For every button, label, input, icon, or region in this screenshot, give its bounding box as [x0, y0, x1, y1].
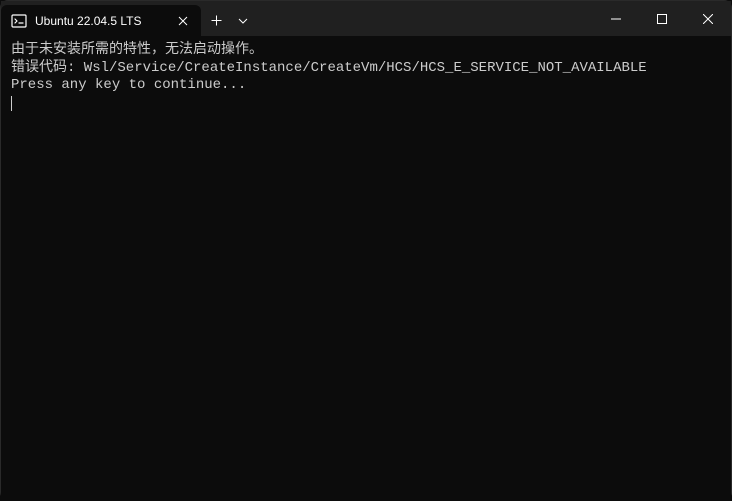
titlebar: Ubuntu 22.04.5 LTS — [1, 1, 731, 36]
new-tab-button[interactable] — [201, 5, 231, 36]
maximize-button[interactable] — [639, 1, 685, 36]
cursor-icon — [11, 96, 12, 111]
close-button[interactable] — [685, 1, 731, 36]
terminal-line: Press any key to continue... — [11, 77, 721, 95]
terminal-line: 错误代码: Wsl/Service/CreateInstance/CreateV… — [11, 60, 721, 78]
terminal-line: 由于未安装所需的特性，无法启动操作。 — [11, 42, 721, 60]
tab-ubuntu[interactable]: Ubuntu 22.04.5 LTS — [1, 5, 201, 36]
minimize-button[interactable] — [593, 1, 639, 36]
terminal-body[interactable]: 由于未安装所需的特性，无法启动操作。 错误代码: Wsl/Service/Cre… — [1, 36, 731, 501]
cursor-line — [11, 95, 721, 113]
tab-dropdown-button[interactable] — [231, 5, 255, 36]
titlebar-right — [593, 1, 731, 36]
titlebar-left: Ubuntu 22.04.5 LTS — [1, 1, 255, 36]
terminal-icon — [11, 13, 27, 29]
tab-close-button[interactable] — [175, 13, 191, 29]
tab-title: Ubuntu 22.04.5 LTS — [35, 14, 167, 28]
